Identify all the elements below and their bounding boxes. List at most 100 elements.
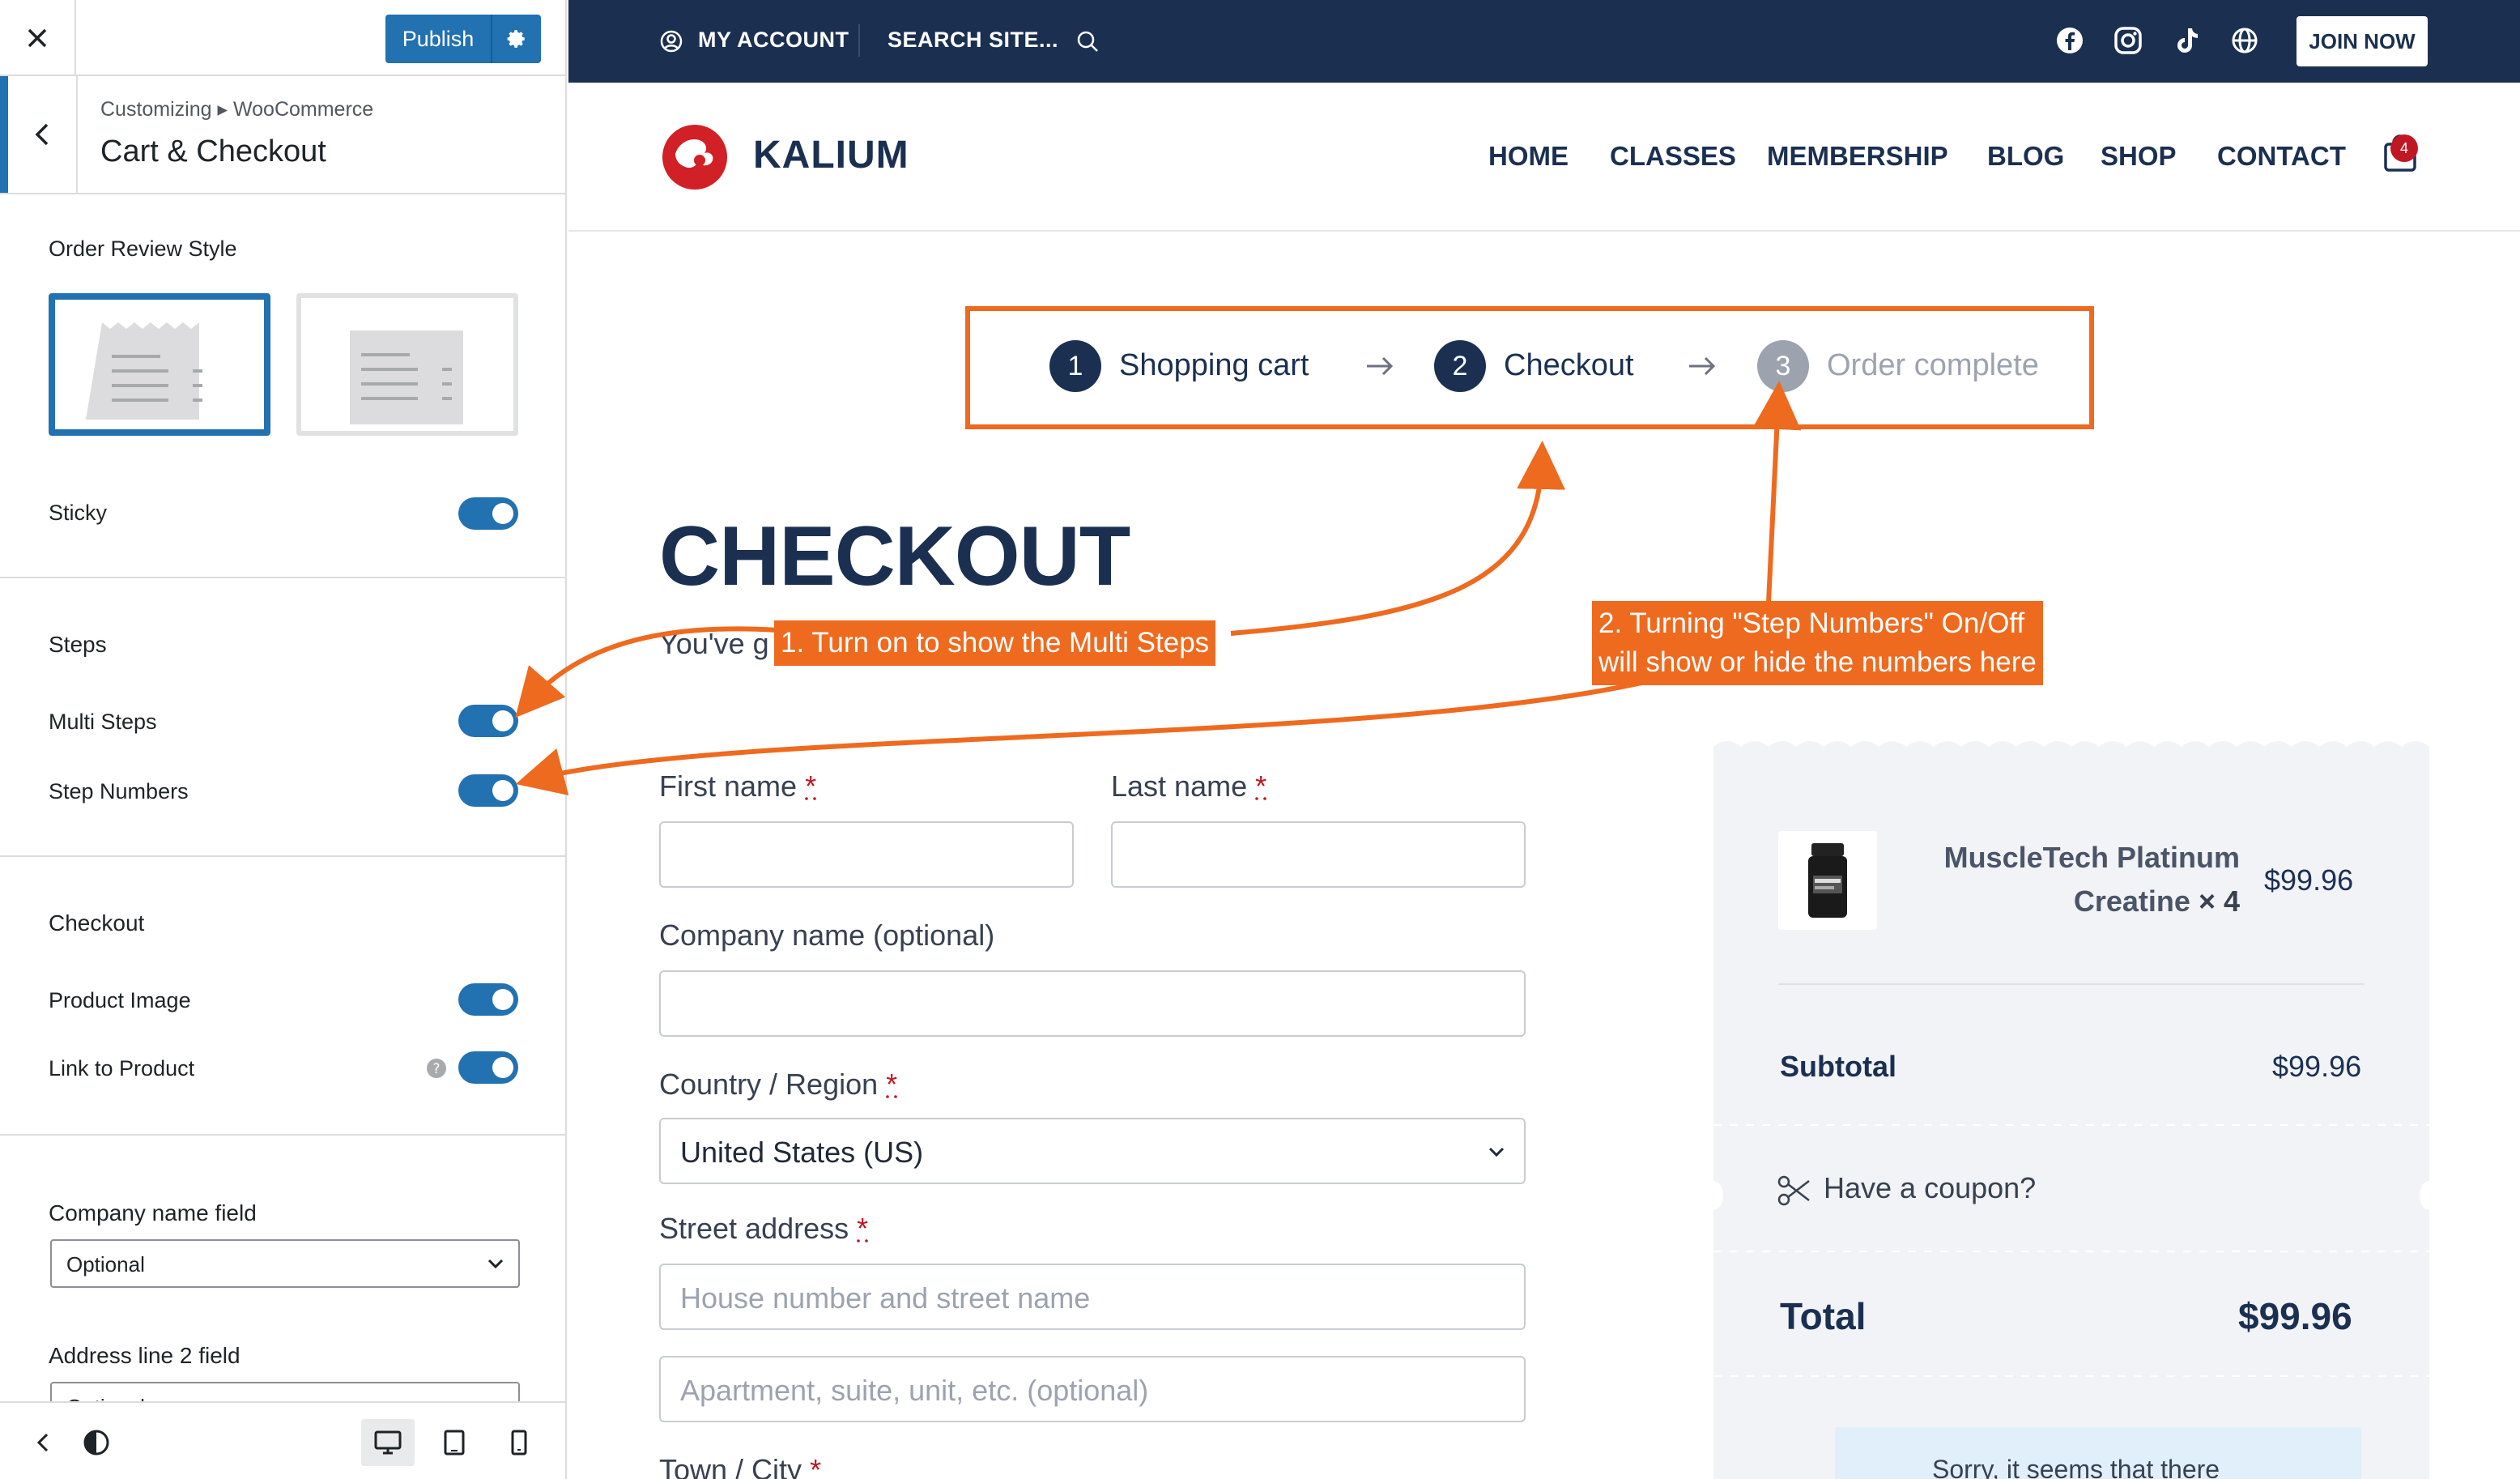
publish-button[interactable]: Publish <box>385 15 541 63</box>
required-mark: * <box>810 1453 822 1479</box>
multi-steps-toggle[interactable] <box>458 705 518 737</box>
country-label: Country / Region * <box>659 1068 897 1102</box>
receipt-notch <box>1704 1181 1723 1210</box>
site-preview: MY ACCOUNT SEARCH SITE... JOIN NOW KALIU… <box>568 0 2520 1479</box>
step-3-label: Order complete <box>1827 348 2039 382</box>
my-account-link[interactable]: MY ACCOUNT <box>698 28 849 53</box>
close-icon <box>28 28 47 48</box>
nav-contact[interactable]: CONTACT <box>2217 141 2346 172</box>
cart-count-badge: 4 <box>2390 134 2418 162</box>
link-to-product-toggle[interactable] <box>458 1051 518 1084</box>
receipt-notch <box>2420 1181 2439 1210</box>
account-icon[interactable] <box>659 29 683 53</box>
multi-steps-label: Multi Steps <box>49 710 157 734</box>
join-now-button[interactable]: JOIN NOW <box>2297 16 2428 66</box>
company-label: Company name (optional) <box>659 919 995 952</box>
product-image-label: Product Image <box>49 988 191 1012</box>
globe-icon[interactable] <box>2230 26 2259 55</box>
gear-icon <box>507 30 525 48</box>
payment-notice: Sorry, it seems that there <box>1835 1427 2361 1479</box>
step-numbers-label: Step Numbers <box>49 779 189 803</box>
nav-blog[interactable]: BLOG <box>1987 141 2064 172</box>
first-name-label-text: First name <box>659 769 798 803</box>
chevron-left-icon <box>36 1433 49 1452</box>
company-field-label: Company name field <box>49 1200 257 1225</box>
required-mark: * <box>1255 769 1267 803</box>
step-1-label[interactable]: Shopping cart <box>1119 348 1309 383</box>
collapse-sidebar-button[interactable] <box>16 1419 70 1466</box>
order-review-style-option-2[interactable] <box>296 293 518 436</box>
nav-classes[interactable]: CLASSES <box>1610 141 1736 172</box>
publish-settings-button[interactable] <box>491 15 541 63</box>
desktop-preview-button[interactable] <box>361 1419 415 1466</box>
site-logo[interactable]: KALIUM <box>753 133 909 177</box>
first-name-input[interactable] <box>659 821 1074 888</box>
divider <box>0 855 565 857</box>
last-name-label-text: Last name <box>1111 769 1248 803</box>
svg-text:?: ? <box>432 1061 440 1077</box>
product-name[interactable]: MuscleTech Platinum Creatine × 4 <box>1924 836 2240 923</box>
total-label: Total <box>1780 1295 1867 1337</box>
product-price: $99.96 <box>2264 863 2354 897</box>
toggle-knob <box>492 989 513 1010</box>
subtotal-value: $99.96 <box>2272 1050 2362 1083</box>
nav-shop[interactable]: SHOP <box>2101 141 2177 172</box>
product-image[interactable] <box>1778 831 1877 930</box>
kalium-logo-icon[interactable] <box>659 121 734 193</box>
nav-home[interactable]: HOME <box>1488 141 1569 172</box>
street-label-text: Street address <box>659 1212 849 1245</box>
search-site-link[interactable]: SEARCH SITE... <box>888 28 1058 53</box>
order-review-style-option-1[interactable] <box>49 293 270 436</box>
page-title: CHECKOUT <box>659 509 1130 603</box>
tablet-preview-button[interactable] <box>428 1419 481 1466</box>
first-name-label: First name * <box>659 769 816 803</box>
order-review-style-label: Order Review Style <box>49 237 237 261</box>
site-header: KALIUM HOME CLASSES MEMBERSHIP BLOG SHOP… <box>568 83 2520 232</box>
country-label-text: Country / Region <box>659 1068 879 1101</box>
annotation-callout-2-line2: will show or hide the numbers here <box>1598 646 2037 678</box>
country-select[interactable]: United States (US) <box>659 1118 1526 1184</box>
toggle-knob <box>492 780 513 801</box>
mobile-icon <box>511 1430 527 1456</box>
customizer-footer <box>0 1401 565 1479</box>
tiktok-icon[interactable] <box>2172 26 2201 55</box>
company-field-value: Optional <box>66 1252 145 1277</box>
last-name-input[interactable] <box>1111 821 1526 888</box>
instagram-icon[interactable] <box>2113 26 2143 55</box>
company-field-select[interactable]: Optional <box>50 1239 520 1288</box>
steps-heading: Steps <box>49 632 107 657</box>
section-title: Cart & Checkout <box>100 134 326 168</box>
arrow-right-icon <box>1689 356 1716 376</box>
step-2-label: Checkout <box>1504 348 1634 382</box>
street-address-input[interactable]: House number and street name <box>659 1264 1526 1330</box>
arrow-right-icon <box>1367 356 1394 376</box>
street-address-2-input[interactable]: Apartment, suite, unit, etc. (optional) <box>659 1356 1526 1422</box>
close-customizer-button[interactable] <box>0 0 76 76</box>
step-3-number: 3 <box>1757 340 1809 392</box>
facebook-icon[interactable] <box>2055 26 2084 55</box>
product-image-toggle[interactable] <box>458 983 518 1016</box>
company-input[interactable] <box>659 970 1526 1037</box>
annotation-callout-1: 1. Turn on to show the Multi Steps <box>774 620 1216 666</box>
country-value: United States (US) <box>680 1136 924 1169</box>
nav-membership[interactable]: MEMBERSHIP <box>1767 141 1948 172</box>
step-1-number: 1 <box>1049 340 1101 392</box>
receipt-style-icon <box>86 322 202 420</box>
total-value: $99.96 <box>2238 1295 2352 1337</box>
supplement-jar-icon <box>1808 843 1847 918</box>
required-mark: * <box>805 769 817 803</box>
search-icon[interactable] <box>1075 29 1100 53</box>
help-icon[interactable]: ? <box>426 1058 447 1079</box>
have-coupon-link[interactable]: Have a coupon? <box>1824 1171 2036 1205</box>
mobile-preview-button[interactable] <box>492 1419 546 1466</box>
annotation-callout-2: 2. Turning "Step Numbers" On/Off will sh… <box>1592 601 2043 685</box>
divider <box>1713 1124 2429 1126</box>
contrast-toggle-button[interactable] <box>70 1419 123 1466</box>
card-style-icon <box>350 330 463 424</box>
section-header: Customizing ▸ WooCommerce Cart & Checkou… <box>0 76 565 194</box>
toggle-knob <box>492 710 513 731</box>
sticky-toggle[interactable] <box>458 497 518 530</box>
link-to-product-label: Link to Product <box>49 1056 195 1080</box>
back-button[interactable] <box>0 76 78 193</box>
step-numbers-toggle[interactable] <box>458 774 518 807</box>
